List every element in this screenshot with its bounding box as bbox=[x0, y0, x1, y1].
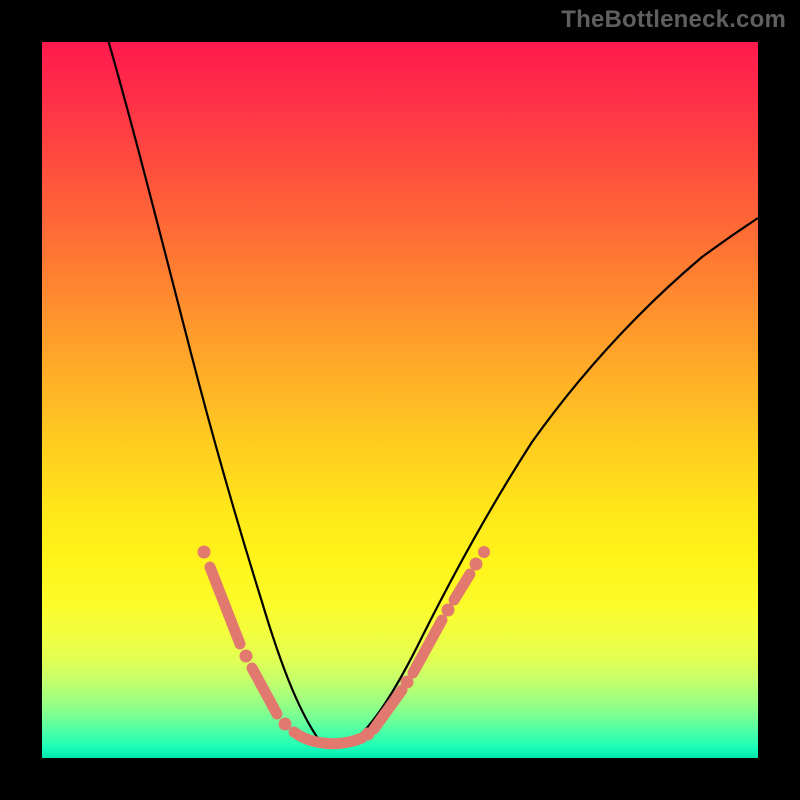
bead-dot bbox=[279, 718, 292, 731]
curve-layer bbox=[42, 42, 758, 758]
bead-segment bbox=[210, 567, 240, 644]
bead-dot bbox=[470, 558, 483, 571]
bead-dot bbox=[478, 546, 490, 558]
plot-area bbox=[42, 42, 758, 758]
bead-dot bbox=[198, 546, 211, 559]
bead-highlights bbox=[198, 546, 491, 744]
bead-dot bbox=[442, 604, 455, 617]
bead-segment bbox=[294, 732, 362, 744]
bead-segment bbox=[252, 668, 277, 714]
bead-dot bbox=[240, 650, 253, 663]
bead-segment bbox=[454, 574, 470, 600]
outer-frame: TheBottleneck.com bbox=[0, 0, 800, 800]
bead-segment bbox=[374, 690, 402, 729]
watermark-text: TheBottleneck.com bbox=[561, 6, 786, 34]
